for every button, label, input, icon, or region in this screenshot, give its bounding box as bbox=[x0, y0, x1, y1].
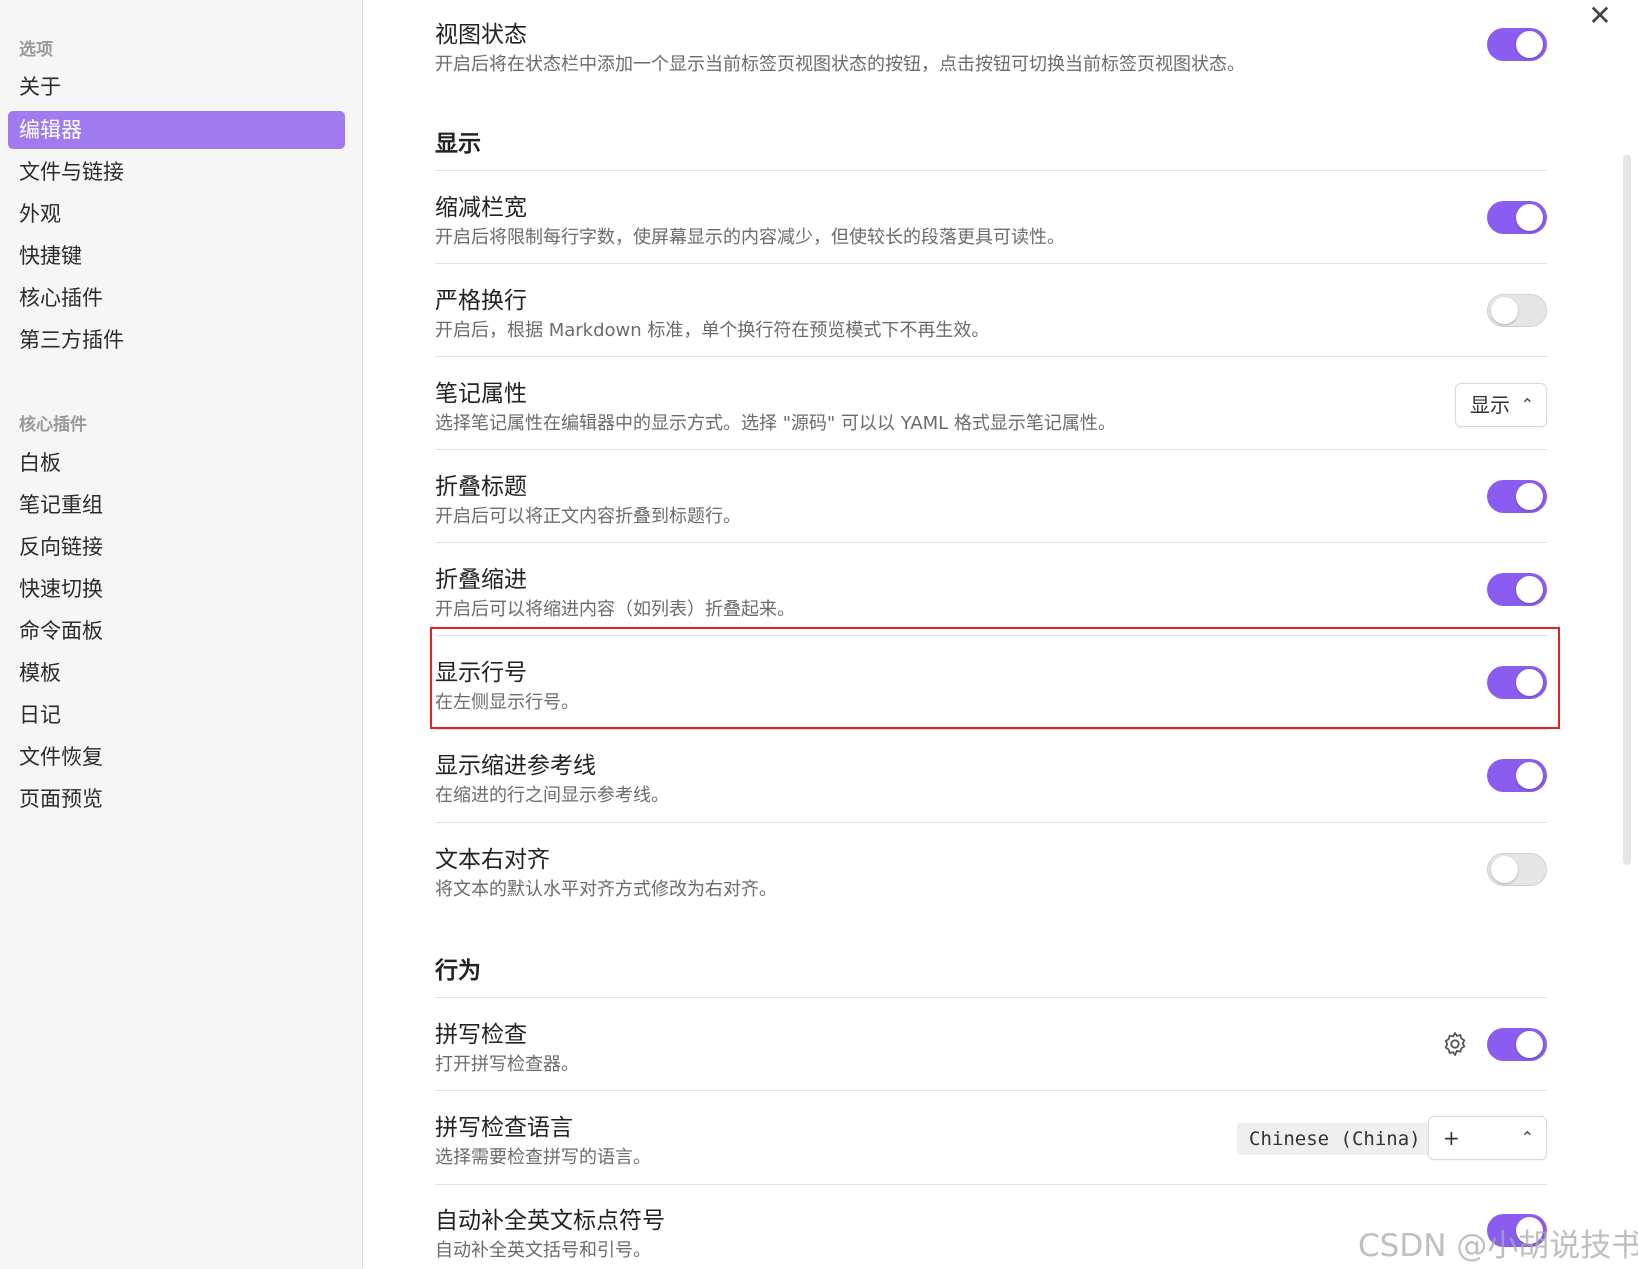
sidebar-item-templates[interactable]: 模板 bbox=[8, 654, 345, 692]
setting-title-fold-heading: 折叠标题 bbox=[435, 474, 527, 500]
toggle-strict-line-breaks[interactable] bbox=[1487, 294, 1547, 327]
setting-title-rtl: 文本右对齐 bbox=[435, 847, 550, 873]
toggle-knob bbox=[1516, 31, 1543, 58]
divider bbox=[435, 822, 1547, 823]
setting-title-indent-guides: 显示缩进参考线 bbox=[435, 753, 596, 779]
toggle-fold-indent[interactable] bbox=[1487, 573, 1547, 606]
sidebar-heading-options: 选项 bbox=[19, 40, 53, 60]
scrollbar[interactable] bbox=[1623, 155, 1631, 865]
setting-desc-rtl: 将文本的默认水平对齐方式修改为右对齐。 bbox=[435, 879, 777, 900]
toggle-view-state[interactable] bbox=[1487, 28, 1547, 61]
sidebar-item-page-preview[interactable]: 页面预览 bbox=[8, 780, 345, 818]
sidebar-item-hotkeys[interactable]: 快捷键 bbox=[8, 237, 345, 275]
sidebar-item-core-plugins[interactable]: 核心插件 bbox=[8, 279, 345, 317]
setting-desc-autopair: 自动补全英文括号和引号。 bbox=[435, 1240, 651, 1261]
toggle-spellcheck[interactable] bbox=[1487, 1028, 1547, 1061]
sidebar-item-quick-switcher[interactable]: 快速切换 bbox=[8, 570, 345, 608]
language-add-label: + bbox=[1443, 1126, 1460, 1150]
section-title-display: 显示 bbox=[435, 131, 481, 157]
setting-desc-properties: 选择笔记属性在编辑器中的显示方式。选择 "源码" 可以以 YAML 格式显示笔记… bbox=[435, 413, 1116, 434]
setting-title-view-state: 视图状态 bbox=[435, 22, 527, 48]
sidebar-item-note-composer[interactable]: 笔记重组 bbox=[8, 486, 345, 524]
chevron-updown-icon: ⌃ bbox=[1520, 1128, 1534, 1147]
chevron-updown-icon: ⌃ bbox=[1520, 395, 1534, 414]
section-title-behavior: 行为 bbox=[435, 958, 481, 984]
sidebar-item-backlinks[interactable]: 反向链接 bbox=[8, 528, 345, 566]
sidebar-item-daily-notes[interactable]: 日记 bbox=[8, 696, 345, 734]
divider bbox=[435, 1090, 1547, 1091]
language-tag[interactable]: Chinese (China) bbox=[1237, 1123, 1433, 1155]
divider bbox=[435, 1184, 1547, 1185]
setting-title-properties: 笔记属性 bbox=[435, 381, 527, 407]
setting-desc-spellcheck: 打开拼写检查器。 bbox=[435, 1054, 579, 1075]
sidebar-item-command-palette[interactable]: 命令面板 bbox=[8, 612, 345, 650]
gear-icon[interactable] bbox=[1441, 1030, 1469, 1058]
sidebar-item-file-recovery[interactable]: 文件恢复 bbox=[8, 738, 345, 776]
divider bbox=[435, 729, 1547, 730]
properties-select[interactable]: 显示 ⌃ bbox=[1455, 383, 1547, 427]
toggle-rtl[interactable] bbox=[1487, 853, 1547, 886]
toggle-readable-width[interactable] bbox=[1487, 201, 1547, 234]
close-icon[interactable]: ✕ bbox=[1586, 2, 1614, 30]
sidebar-item-appearance[interactable]: 外观 bbox=[8, 195, 345, 233]
setting-desc-fold-heading: 开启后可以将正文内容折叠到标题行。 bbox=[435, 506, 741, 527]
sidebar-item-canvas[interactable]: 白板 bbox=[8, 444, 345, 482]
sidebar-item-community-plugins[interactable]: 第三方插件 bbox=[8, 321, 345, 359]
sidebar-heading-core-plugins: 核心插件 bbox=[19, 415, 87, 435]
settings-sidebar: 选项 关于 编辑器 文件与链接 外观 快捷键 核心插件 第三方插件 核心插件 白… bbox=[0, 0, 363, 1269]
toggle-knob bbox=[1491, 856, 1518, 883]
highlight-box bbox=[430, 627, 1560, 729]
watermark: CSDN @小胡说技书 bbox=[1358, 1228, 1638, 1264]
toggle-knob bbox=[1516, 576, 1543, 603]
toggle-knob bbox=[1516, 483, 1543, 510]
toggle-knob bbox=[1516, 204, 1543, 231]
properties-select-value: 显示 bbox=[1470, 393, 1510, 417]
toggle-knob bbox=[1491, 297, 1518, 324]
divider bbox=[435, 542, 1547, 543]
setting-title-strict-line-breaks: 严格换行 bbox=[435, 288, 527, 314]
divider bbox=[435, 356, 1547, 357]
sidebar-item-editor[interactable]: 编辑器 bbox=[8, 111, 345, 149]
setting-desc-view-state: 开启后将在状态栏中添加一个显示当前标签页视图状态的按钮，点击按钮可切换当前标签页… bbox=[435, 54, 1245, 75]
toggle-indent-guides[interactable] bbox=[1487, 759, 1547, 792]
toggle-fold-heading[interactable] bbox=[1487, 480, 1547, 513]
setting-title-autopair: 自动补全英文标点符号 bbox=[435, 1208, 665, 1234]
setting-title-readable-width: 缩减栏宽 bbox=[435, 195, 527, 221]
divider bbox=[435, 997, 1547, 998]
setting-desc-indent-guides: 在缩进的行之间显示参考线。 bbox=[435, 785, 669, 806]
divider bbox=[435, 263, 1547, 264]
setting-title-fold-indent: 折叠缩进 bbox=[435, 567, 527, 593]
setting-title-spellcheck-lang: 拼写检查语言 bbox=[435, 1115, 573, 1141]
setting-title-spellcheck: 拼写检查 bbox=[435, 1022, 527, 1048]
divider bbox=[435, 170, 1547, 171]
setting-desc-strict-line-breaks: 开启后，根据 Markdown 标准，单个换行符在预览模式下不再生效。 bbox=[435, 320, 990, 341]
toggle-knob bbox=[1516, 1031, 1543, 1058]
setting-desc-fold-indent: 开启后可以将缩进内容（如列表）折叠起来。 bbox=[435, 599, 795, 620]
setting-desc-readable-width: 开启后将限制每行字数，使屏幕显示的内容减少，但使较长的段落更具可读性。 bbox=[435, 227, 1065, 248]
language-add-select[interactable]: + ⌃ bbox=[1428, 1116, 1547, 1160]
setting-desc-spellcheck-lang: 选择需要检查拼写的语言。 bbox=[435, 1147, 651, 1168]
divider bbox=[435, 449, 1547, 450]
sidebar-item-files-links[interactable]: 文件与链接 bbox=[8, 153, 345, 191]
sidebar-item-about[interactable]: 关于 bbox=[8, 68, 345, 106]
toggle-knob bbox=[1516, 762, 1543, 789]
